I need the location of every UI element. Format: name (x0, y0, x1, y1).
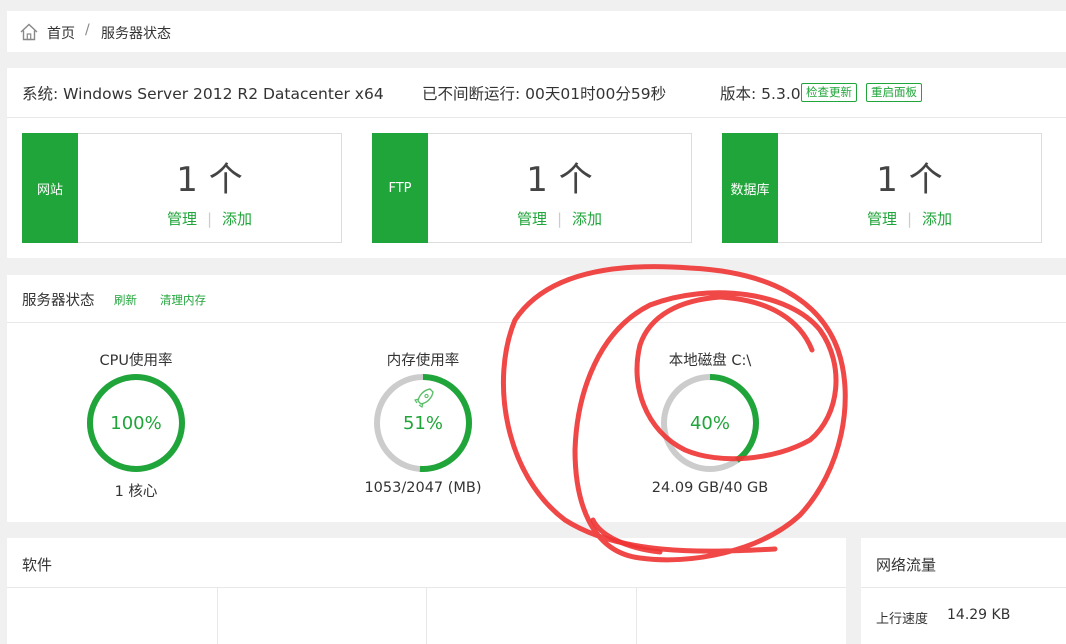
system-os-label: 系统: (22, 85, 59, 103)
grid-line (426, 587, 427, 644)
upload-speed-value: 14.29 KB (947, 607, 1011, 623)
clear-memory-link[interactable]: 清理内存 (160, 292, 206, 308)
breadcrumb-current: 服务器状态 (101, 26, 171, 42)
network-panel: 网络流量 上行速度 14.29 KB (861, 538, 1066, 644)
home-icon[interactable] (19, 22, 39, 42)
system-os-value: Windows Server 2012 R2 Datacenter x64 (63, 85, 384, 103)
card-tag: 数据库 (722, 133, 778, 243)
gauge-value: 51% (402, 412, 443, 434)
system-uptime-label: 已不间断运行: (422, 85, 521, 103)
card-count: 1 个 (526, 160, 593, 200)
gauge-label-cpu: CPU使用率 (99, 353, 173, 369)
card-count: 1 个 (876, 160, 943, 200)
system-uptime-value: 00天01时00分59秒 (525, 85, 667, 103)
system-version-label: 版本: (720, 85, 757, 103)
gauge-disk: 40% (660, 373, 760, 473)
gauge-sub-memory: 1053/2047 (MB) (364, 480, 482, 496)
link-separator: | (206, 210, 213, 228)
card-database: 数据库 1 个 管理 | 添加 (722, 133, 1042, 243)
card-links: 管理 | 添加 (428, 208, 691, 229)
system-uptime: 已不间断运行: 00天01时00分59秒 (422, 82, 666, 104)
check-update-button[interactable]: 检查更新 (801, 83, 857, 102)
upload-speed-label: 上行速度 (876, 612, 929, 627)
card-tag: FTP (372, 133, 428, 243)
restart-panel-button[interactable]: 重启面板 (866, 83, 922, 102)
grid-line (636, 587, 637, 644)
gauge-value: 40% (689, 412, 730, 434)
gauge-label-disk: 本地磁盘 C:\ (668, 353, 752, 369)
add-link[interactable]: 添加 (222, 210, 252, 228)
grid-line (217, 587, 218, 644)
system-os: 系统: Windows Server 2012 R2 Datacenter x6… (22, 82, 384, 104)
add-link[interactable]: 添加 (572, 210, 602, 228)
divider (7, 322, 1066, 323)
gauge-cpu: 100% (86, 373, 186, 473)
gauge-label-memory: 内存使用率 (386, 353, 460, 369)
card-links: 管理 | 添加 (778, 208, 1041, 229)
card-links: 管理 | 添加 (78, 208, 341, 229)
divider (861, 587, 1066, 588)
card-count: 1 个 (176, 160, 243, 200)
add-link[interactable]: 添加 (922, 210, 952, 228)
status-title: 服务器状态 (22, 293, 95, 309)
divider (7, 117, 1066, 118)
software-panel: 软件 (7, 538, 846, 644)
software-title: 软件 (22, 556, 53, 574)
manage-link[interactable]: 管理 (167, 210, 197, 228)
link-separator: | (906, 210, 913, 228)
card-tag: 网站 (22, 133, 78, 243)
server-status-panel: 服务器状态 刷新 清理内存 CPU使用率 100% 1 核心 内存使用率 51%… (7, 275, 1066, 522)
gauge-sub-cpu: 1 核心 (114, 484, 158, 500)
breadcrumb: 首页 / 服务器状态 (7, 11, 1066, 52)
gauge-memory[interactable]: 51% (373, 373, 473, 473)
card-ftp: FTP 1 个 管理 | 添加 (372, 133, 692, 243)
system-version: 版本: 5.3.0 (720, 82, 801, 104)
card-website: 网站 1 个 管理 | 添加 (22, 133, 342, 243)
breadcrumb-separator: / (85, 22, 90, 38)
gauge-value: 100% (110, 412, 162, 434)
system-version-value: 5.3.0 (761, 85, 801, 103)
breadcrumb-home-link[interactable]: 首页 (47, 23, 75, 43)
manage-link[interactable]: 管理 (867, 210, 897, 228)
link-separator: | (556, 210, 563, 228)
refresh-link[interactable]: 刷新 (114, 292, 137, 308)
manage-link[interactable]: 管理 (517, 210, 547, 228)
network-title: 网络流量 (876, 556, 937, 574)
system-info-panel: 系统: Windows Server 2012 R2 Datacenter x6… (7, 68, 1066, 258)
gauge-sub-disk: 24.09 GB/40 GB (651, 480, 769, 496)
